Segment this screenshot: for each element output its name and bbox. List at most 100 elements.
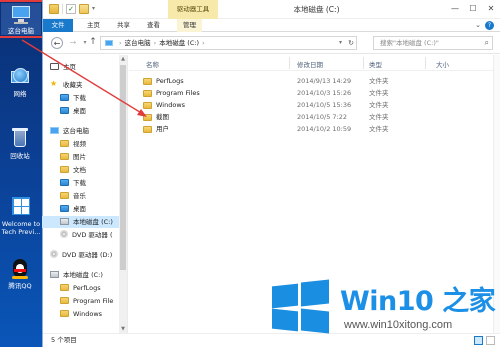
column-header-name[interactable]: 名称 [146, 59, 159, 69]
nav-item-program-files[interactable]: Program File [60, 295, 113, 307]
nav-item-label: 本地磁盘 (C:) [73, 218, 113, 226]
column-header-type[interactable]: 类型 [369, 59, 382, 69]
file-type: 文件夹 [369, 113, 389, 121]
watermark-url: www.win10xitong.com [344, 319, 453, 331]
windows-logo-icon [9, 196, 33, 218]
tab-manage[interactable]: 管理 [177, 19, 202, 32]
new-folder-icon[interactable] [79, 4, 89, 14]
folder-icon [143, 126, 152, 133]
close-button[interactable]: ✕ [482, 0, 500, 19]
desktop-icon-label: 腾讯QQ [8, 282, 32, 290]
table-row[interactable]: Program Files 2014/10/3 15:26 文件夹 [129, 88, 489, 99]
network-icon [8, 66, 32, 88]
windows-logo-icon [272, 279, 330, 334]
file-name: Program Files [156, 89, 200, 97]
breadcrumb-this-pc[interactable]: 这台电脑 [125, 39, 151, 47]
breadcrumb-separator-icon: › [202, 39, 205, 47]
table-row[interactable]: PerfLogs 2014/9/13 14:29 文件夹 [129, 76, 489, 87]
nav-item-local-disk-c[interactable]: 本地磁盘 (C:) [42, 216, 120, 228]
nav-item-label: 桌面 [73, 205, 86, 213]
tab-file[interactable]: 文件 [43, 19, 73, 32]
nav-item-desktop[interactable]: 桌面 [60, 105, 86, 117]
desktop-icon-this-pc[interactable]: 这台电脑 [0, 0, 44, 38]
desktop-icon-network[interactable]: 网络 [0, 66, 40, 98]
pictures-folder-icon [60, 152, 69, 160]
scroll-down-icon[interactable]: ▼ [119, 326, 127, 332]
item-count: 5 个项目 [51, 336, 77, 344]
navigation-pane: 主页 ★ 收藏夹 下载 桌面 这台电脑 视频 图片 文档 下载 音乐 桌面 本地… [42, 55, 128, 333]
file-date: 2014/10/3 15:26 [297, 89, 352, 97]
back-button[interactable]: ← [51, 37, 63, 49]
nav-item-downloads-pc[interactable]: 下载 [60, 177, 86, 189]
nav-item-label: 下载 [73, 179, 86, 187]
folder-icon [143, 102, 152, 109]
nav-item-label: 这台电脑 [63, 127, 89, 135]
address-dropdown-icon[interactable]: ▾ [339, 37, 342, 49]
videos-folder-icon [60, 139, 69, 147]
nav-item-local-disk-c-root[interactable]: 本地磁盘 (C:) [50, 269, 103, 281]
desktop-icon-label: Welcome to Tech Previ... [1, 220, 41, 236]
desktop-icon-welcome[interactable]: Welcome to Tech Previ... [0, 196, 42, 236]
nav-item-downloads[interactable]: 下载 [60, 92, 86, 104]
up-button[interactable]: ↑ [87, 37, 99, 49]
desktop-icon-label: 这台电脑 [8, 27, 34, 35]
nav-item-documents[interactable]: 文档 [60, 164, 86, 176]
documents-folder-icon [60, 165, 69, 173]
folder-icon[interactable] [49, 4, 59, 14]
file-type: 文件夹 [369, 101, 389, 109]
expand-ribbon-icon[interactable]: ⌄ [475, 19, 481, 32]
nav-item-dvd-drive-d[interactable]: DVD 驱动器 (D:) [50, 249, 112, 261]
nav-item-windows[interactable]: Windows [60, 308, 102, 320]
nav-item-desktop-pc[interactable]: 桌面 [60, 203, 86, 215]
tab-share[interactable]: 共享 [111, 19, 136, 32]
tab-home[interactable]: 主页 [81, 19, 106, 32]
title-bar[interactable]: ✓ ▾ 驱动器工具 本地磁盘 (C:) — ☐ ✕ [43, 0, 500, 19]
nav-item-label: 主页 [63, 63, 76, 71]
window-title: 本地磁盘 (C:) [293, 5, 340, 14]
nav-item-dvd-drive[interactable]: DVD 驱动器 ( [60, 229, 113, 241]
nav-item-this-pc[interactable]: 这台电脑 [50, 125, 89, 137]
download-folder-icon [60, 178, 69, 186]
file-date: 2014/10/5 15:36 [297, 101, 352, 109]
address-row: ← → ▾ ↑ › 这台电脑 › 本地磁盘 (C:) › ▾ ↻ 搜索"本地磁盘 (C:… [43, 32, 500, 54]
column-header-size[interactable]: 大小 [436, 59, 449, 69]
forward-button[interactable]: → [67, 37, 79, 49]
music-folder-icon [60, 191, 69, 199]
home-icon [50, 62, 59, 70]
nav-item-label: PerfLogs [73, 284, 101, 292]
breadcrumb-drive-c[interactable]: 本地磁盘 (C:) [159, 39, 199, 47]
nav-item-pictures[interactable]: 图片 [60, 151, 86, 163]
address-bar[interactable]: › 这台电脑 › 本地磁盘 (C:) › ▾ ↻ [100, 36, 357, 50]
nav-item-favorites[interactable]: ★ 收藏夹 [50, 79, 83, 91]
folder-icon [143, 90, 152, 97]
file-date: 2014/9/13 14:29 [297, 77, 352, 85]
folder-icon [143, 114, 152, 121]
desktop-icon-recycle-bin[interactable]: 回收站 [0, 128, 40, 160]
table-row[interactable]: 用户 2014/10/2 10:59 文件夹 [129, 124, 489, 135]
scroll-up-icon[interactable]: ▲ [119, 56, 127, 62]
folder-icon [60, 296, 69, 304]
properties-check-icon[interactable]: ✓ [66, 4, 76, 14]
nav-item-label: Windows [73, 310, 103, 318]
tab-view[interactable]: 查看 [141, 19, 166, 32]
table-row[interactable]: Windows 2014/10/5 15:36 文件夹 [129, 100, 489, 111]
scrollbar-thumb[interactable] [120, 65, 126, 270]
nav-item-videos[interactable]: 视频 [60, 138, 86, 150]
help-icon[interactable]: ? [485, 21, 494, 30]
minimize-button[interactable]: — [446, 0, 464, 19]
desktop-icon-qq[interactable]: 腾讯QQ [0, 258, 40, 290]
maximize-button[interactable]: ☐ [464, 0, 482, 19]
search-input[interactable]: 搜索"本地磁盘 (C:)" ⌕ [373, 36, 493, 50]
nav-scrollbar[interactable]: ▲ ▼ [119, 55, 127, 333]
nav-item-music[interactable]: 音乐 [60, 190, 86, 202]
column-header-date[interactable]: 修改日期 [297, 59, 323, 69]
nav-item-label: 本地磁盘 (C:) [63, 271, 103, 279]
refresh-icon[interactable]: ↻ [348, 37, 354, 49]
file-name: PerfLogs [156, 77, 184, 85]
file-date: 2014/10/2 10:59 [297, 125, 352, 133]
nav-item-home[interactable]: 主页 [50, 61, 76, 73]
customize-chevron-icon[interactable]: ▾ [92, 4, 102, 14]
quick-access-toolbar: ✓ ▾ [49, 4, 102, 14]
nav-item-perflogs[interactable]: PerfLogs [60, 282, 101, 294]
table-row[interactable]: 截图 2014/10/5 7:22 文件夹 [129, 112, 489, 123]
